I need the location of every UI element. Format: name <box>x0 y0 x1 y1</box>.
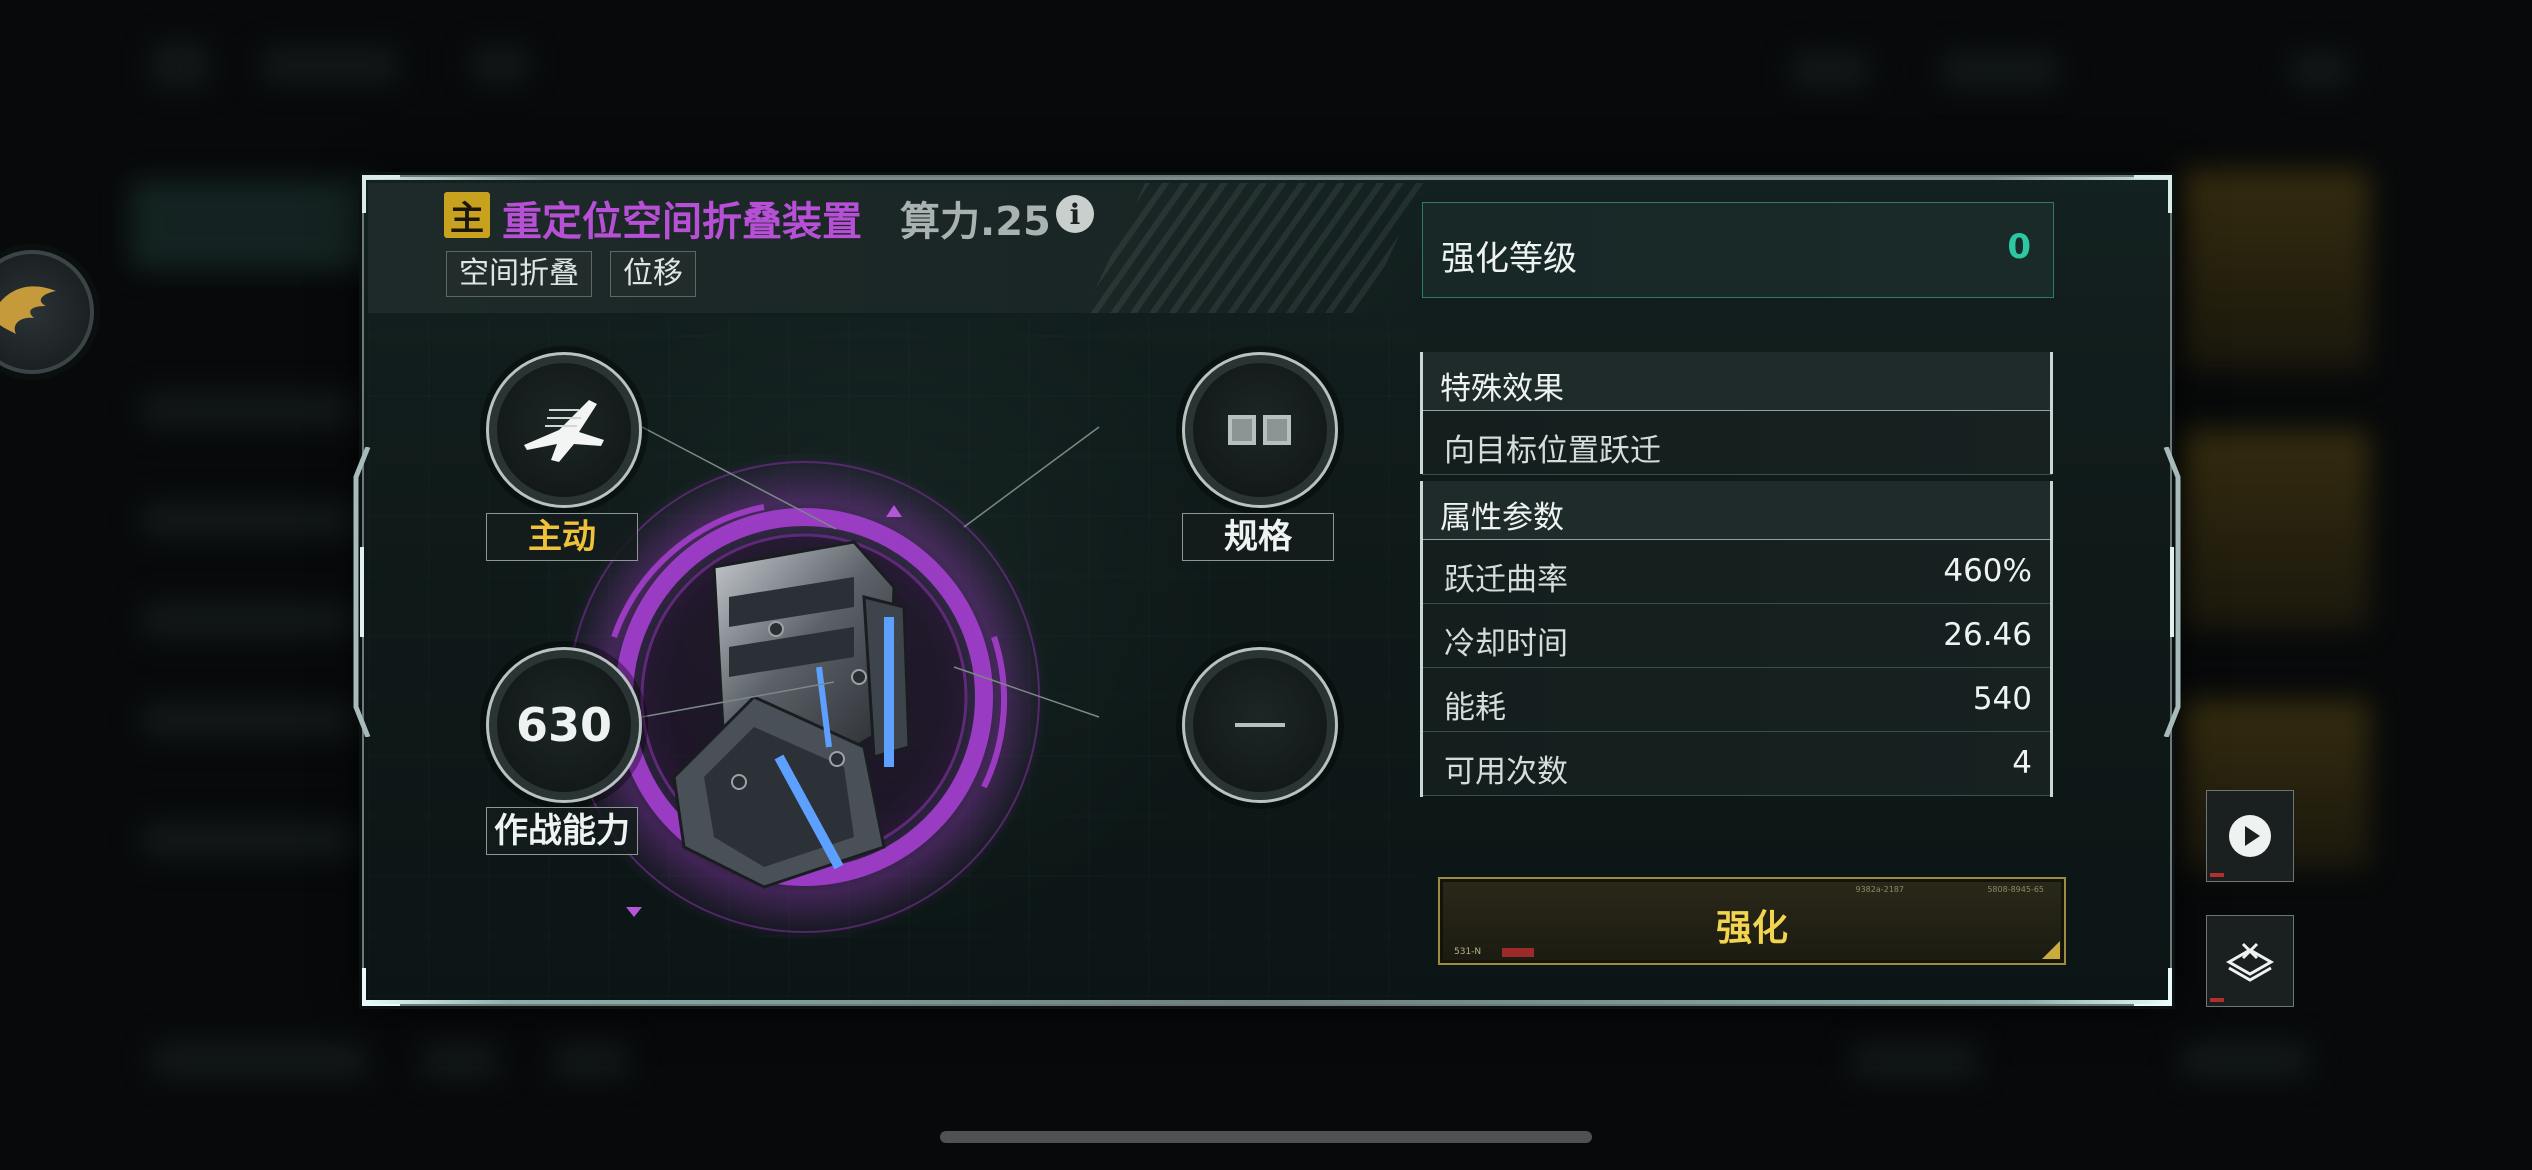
corner-ornament <box>2134 968 2172 1006</box>
corner-ornament <box>2134 175 2172 213</box>
device-detail-dialog: 主 重定位空间折叠装置 算力.25 i 空间折叠 位移 主动 规格 630 作战… <box>353 175 2181 1006</box>
attribute-row: 能耗 540 <box>1422 668 2052 732</box>
fighter-jet-icon <box>524 400 604 462</box>
special-effect-header: 特殊效果 <box>1422 352 2052 411</box>
enhance-code-left: 531-N <box>1454 947 1482 957</box>
attribute-value: 4 <box>2012 745 2032 781</box>
special-effect-text: 向目标位置跃迁 <box>1444 433 1661 469</box>
attributes-header: 属性参数 <box>1422 481 2052 540</box>
dismantle-icon <box>2225 942 2275 982</box>
attribute-value: 540 <box>1972 681 2032 717</box>
enhance-red-tag <box>1502 948 1534 957</box>
enhance-level-box: 强化等级 0 <box>1422 202 2054 298</box>
enhance-button[interactable]: 9382a-2187 5808-8945-65 强化 531-N <box>1438 877 2066 965</box>
home-indicator[interactable] <box>940 1131 1592 1143</box>
attribute-row: 可用次数 4 <box>1422 732 2052 796</box>
spec-slots-icon <box>1228 415 1291 445</box>
attribute-name: 可用次数 <box>1444 754 1568 790</box>
combat-power-slot: 630 <box>486 647 642 803</box>
right-side-bracket <box>2163 447 2181 737</box>
type-slot[interactable] <box>486 352 642 508</box>
enhance-level-label: 强化等级 <box>1441 239 1577 279</box>
enhance-code-right-2: 5808-8945-65 <box>1987 885 2044 894</box>
attribute-value: 460% <box>1943 553 2032 589</box>
panel-edge <box>2050 481 2053 797</box>
panel-edge <box>2050 352 2053 474</box>
attribute-row: 冷却时间 26.46 <box>1422 604 2052 668</box>
special-effect-title: 特殊效果 <box>1440 371 1564 407</box>
connector-lines <box>641 426 1100 718</box>
combat-power-label: 作战能力 <box>486 807 638 855</box>
panel-edge <box>1420 481 1423 797</box>
play-button-red-mark <box>2210 873 2224 877</box>
attribute-name: 能耗 <box>1444 690 1506 726</box>
combat-power-value: 630 <box>515 698 613 752</box>
avatar-emblem-icon <box>0 286 56 334</box>
spec-slot[interactable] <box>1182 352 1338 508</box>
attribute-name: 冷却时间 <box>1444 626 1568 662</box>
dismantle-button-red-mark <box>2210 998 2224 1002</box>
enhance-corner-triangle <box>2042 941 2060 959</box>
play-icon <box>2229 815 2271 857</box>
special-effect-row: 向目标位置跃迁 <box>1422 411 2052 475</box>
spec-label: 规格 <box>1182 513 1334 561</box>
dismantle-button[interactable] <box>2206 915 2294 1007</box>
enhance-code-right-1: 9382a-2187 <box>1855 885 1904 894</box>
attributes-title: 属性参数 <box>1440 500 1564 536</box>
attribute-row: 跃迁曲率 460% <box>1422 540 2052 604</box>
attribute-name: 跃迁曲率 <box>1444 562 1568 598</box>
attribute-value: 26.46 <box>1943 617 2032 653</box>
enhance-button-label: 强化 <box>1715 908 1788 949</box>
type-label: 主动 <box>486 513 638 561</box>
panel-edge <box>1420 352 1423 474</box>
enhance-level-value: 0 <box>2007 227 2031 267</box>
empty-slot[interactable] <box>1182 647 1338 803</box>
empty-slot-dash-icon <box>1235 723 1285 727</box>
play-button[interactable] <box>2206 790 2294 882</box>
